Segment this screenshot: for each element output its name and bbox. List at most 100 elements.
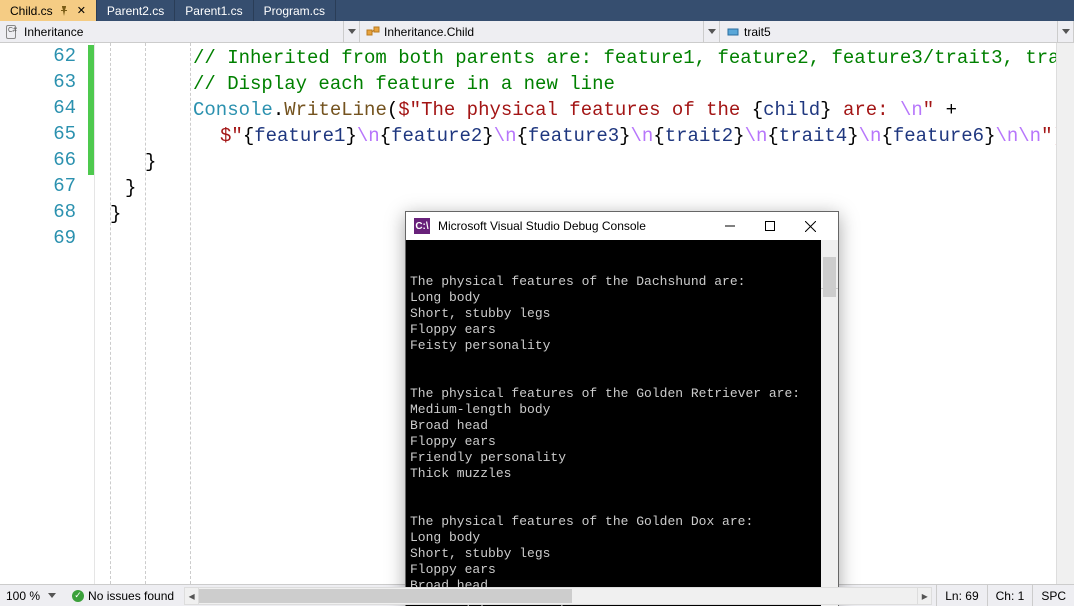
code-identifier: trait4	[779, 125, 847, 147]
caret-column[interactable]: Ch: 1	[987, 585, 1033, 606]
code-punct: {	[752, 99, 763, 121]
code-punct: }	[482, 125, 493, 147]
code-punct: {	[380, 125, 391, 147]
code-identifier: feature2	[391, 125, 482, 147]
tab-label: Parent1.cs	[185, 4, 242, 18]
line-number-gutter: 62 63 64 65 66 67 68 69	[0, 43, 95, 584]
close-button[interactable]	[790, 212, 830, 240]
code-identifier: trait2	[665, 125, 733, 147]
indent-mode[interactable]: SPC	[1032, 585, 1074, 606]
document-tabstrip: Child.cs ✕ Parent2.cs Parent1.cs Program…	[0, 0, 1074, 21]
minimize-button[interactable]	[710, 212, 750, 240]
nav-scope-dropdown[interactable]: Inheritance	[0, 21, 360, 42]
scroll-left-icon[interactable]: ◂	[185, 588, 199, 604]
line-number: 67	[16, 175, 76, 197]
code-punct: }	[984, 125, 995, 147]
code-punct: {	[767, 125, 778, 147]
maximize-button[interactable]	[750, 212, 790, 240]
code-escape: \n	[900, 99, 923, 121]
zoom-dropdown-icon[interactable]	[48, 593, 56, 598]
console-title-text: Microsoft Visual Studio Debug Console	[438, 219, 710, 233]
code-comment: // Inherited from both parents are: feat…	[95, 47, 1074, 69]
code-identifier: child	[763, 99, 820, 121]
code-brace: }	[145, 151, 156, 173]
code-escape: \n	[745, 125, 768, 147]
console-output[interactable]: The physical features of the Dachshund a…	[406, 240, 838, 606]
scrollbar-thumb[interactable]	[823, 257, 836, 297]
vertical-scrollbar[interactable]	[1056, 43, 1074, 584]
code-escape: \n	[859, 125, 882, 147]
code-punct: +	[934, 99, 957, 121]
console-vertical-scrollbar[interactable]: ▴ ▾	[821, 240, 838, 606]
dropdown-chevron-icon[interactable]	[1057, 21, 1073, 42]
tab-child-cs[interactable]: Child.cs ✕	[0, 0, 97, 21]
scrollbar-thumb[interactable]	[199, 589, 572, 603]
issues-indicator[interactable]: ✓ No issues found	[72, 589, 174, 603]
nav-scope-label: Inheritance	[24, 25, 83, 39]
code-punct: (	[387, 99, 398, 121]
code-string: "	[923, 99, 934, 121]
code-punct: {	[243, 125, 254, 147]
code-escape: \n	[494, 125, 517, 147]
line-number: 62	[16, 45, 76, 67]
code-punct: {	[653, 125, 664, 147]
code-identifier: feature3	[528, 125, 619, 147]
nav-member-dropdown[interactable]: trait5	[720, 21, 1074, 42]
nav-class-dropdown[interactable]: Inheritance.Child	[360, 21, 720, 42]
tab-label: Child.cs	[10, 4, 53, 18]
close-icon[interactable]: ✕	[77, 4, 86, 17]
code-punct: {	[517, 125, 528, 147]
line-number: 68	[16, 201, 76, 223]
code-punct: }	[847, 125, 858, 147]
code-comment: // Display each feature in a new line	[95, 73, 615, 95]
tab-label: Program.cs	[264, 4, 325, 18]
class-icon	[366, 25, 380, 39]
line-number: 66	[16, 149, 76, 171]
line-number: 64	[16, 97, 76, 119]
horizontal-scrollbar[interactable]: ◂ ▸	[184, 587, 932, 605]
code-identifier: feature1	[254, 125, 345, 147]
dropdown-chevron-icon[interactable]	[343, 21, 359, 42]
code-brace: }	[110, 203, 121, 225]
code-string: are:	[832, 99, 900, 121]
line-number: 65	[16, 123, 76, 145]
check-circle-icon: ✓	[72, 590, 84, 602]
code-editor[interactable]: 62 63 64 65 66 67 68 69 // Inherited fro…	[0, 43, 1074, 584]
code-punct: {	[881, 125, 892, 147]
code-brace: }	[125, 177, 136, 199]
csharp-project-icon	[6, 25, 20, 39]
code-identifier: feature6	[893, 125, 984, 147]
tab-parent2-cs[interactable]: Parent2.cs	[97, 0, 175, 21]
console-text: The physical features of the Dachshund a…	[410, 274, 834, 606]
line-number: 63	[16, 71, 76, 93]
dropdown-chevron-icon[interactable]	[703, 21, 719, 42]
code-string: $"	[220, 125, 243, 147]
code-punct: }	[619, 125, 630, 147]
change-marker	[88, 45, 94, 175]
code-escape: \n	[1018, 125, 1041, 147]
code-string: $"	[398, 99, 421, 121]
pin-icon[interactable]	[59, 6, 69, 16]
status-bar: 100 % ✓ No issues found ◂ ▸ Ln: 69 Ch: 1…	[0, 584, 1074, 606]
caret-line[interactable]: Ln: 69	[936, 585, 986, 606]
code-method: WriteLine	[284, 99, 387, 121]
code-navigation-bar: Inheritance Inheritance.Child trait5	[0, 21, 1074, 43]
console-titlebar[interactable]: C:\ Microsoft Visual Studio Debug Consol…	[406, 212, 838, 240]
scroll-right-icon[interactable]: ▸	[917, 588, 931, 604]
nav-class-label: Inheritance.Child	[384, 25, 474, 39]
issues-text: No issues found	[88, 589, 174, 603]
nav-member-label: trait5	[744, 25, 771, 39]
tab-parent1-cs[interactable]: Parent1.cs	[175, 0, 253, 21]
code-escape: \n	[995, 125, 1018, 147]
code-escape: \n	[631, 125, 654, 147]
tab-program-cs[interactable]: Program.cs	[254, 0, 336, 21]
code-punct: .	[273, 99, 284, 121]
code-escape: \n	[357, 125, 380, 147]
code-punct: }	[345, 125, 356, 147]
debug-console-window: C:\ Microsoft Visual Studio Debug Consol…	[405, 211, 839, 606]
code-punct: }	[820, 99, 831, 121]
code-type: Console	[193, 99, 273, 121]
line-number: 69	[16, 227, 76, 249]
zoom-level[interactable]: 100 %	[6, 589, 40, 603]
field-icon	[726, 25, 740, 39]
